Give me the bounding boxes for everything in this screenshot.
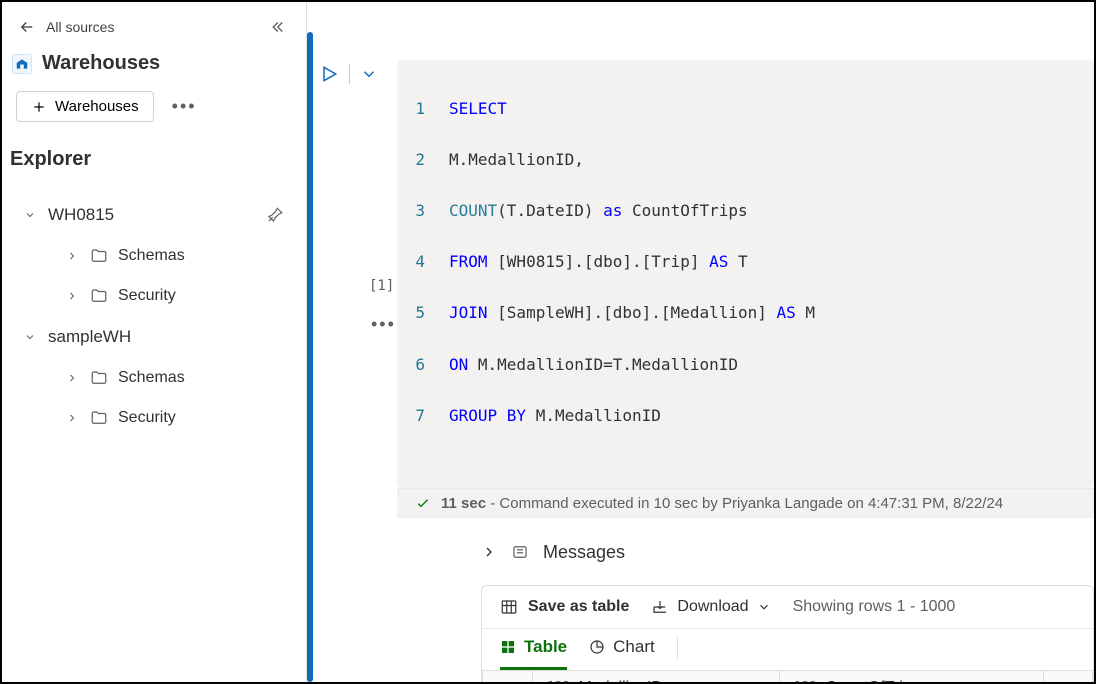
check-icon [415, 495, 431, 511]
column-filler [1043, 670, 1092, 682]
folder-icon [90, 247, 108, 265]
run-dropdown-icon[interactable] [360, 65, 378, 83]
folder-icon [90, 369, 108, 387]
tab-chart[interactable]: Chart [589, 637, 655, 670]
tree-db-label: WH0815 [48, 205, 114, 225]
messages-icon [511, 543, 529, 561]
tree-item-label: Security [118, 409, 176, 427]
back-label: All sources [46, 19, 114, 35]
tab-separator [677, 637, 678, 659]
section-header: Warehouses [10, 48, 294, 83]
explorer-tree: WH0815 Schemas [10, 189, 294, 437]
results-table: 123 MedallionID 123 CountOfTrips [482, 670, 1093, 683]
col-name: CountOfTrips [825, 679, 920, 683]
chevron-right-icon [66, 372, 80, 384]
col-name: MedallionID [578, 679, 662, 683]
column-header[interactable]: 123 MedallionID [533, 670, 780, 682]
tree-db-samplewh[interactable]: sampleWH [10, 317, 294, 357]
table-header-row: 123 MedallionID 123 CountOfTrips [483, 670, 1093, 682]
save-as-table-button[interactable]: Save as table [500, 598, 629, 616]
download-label: Download [677, 598, 748, 616]
col-type-prefix: 123 [794, 680, 817, 682]
tree-db-label: sampleWH [48, 327, 131, 347]
warehouse-icon [12, 54, 32, 74]
add-warehouse-button[interactable]: Warehouses [16, 91, 154, 122]
sidebar: All sources Warehouses Warehouses ••• Ex… [2, 2, 307, 682]
sql-editor[interactable]: 1SELECT 2M.MedallionID, 3COUNT(T.DateID)… [397, 60, 1094, 488]
tree-item-label: Schemas [118, 369, 185, 387]
grid-icon [500, 639, 516, 655]
table-icon [500, 598, 518, 616]
sidebar-more-icon[interactable]: ••• [166, 96, 203, 117]
cell-index: [1] [369, 278, 394, 294]
tree-item-label: Schemas [118, 247, 185, 265]
back-all-sources[interactable]: All sources [18, 18, 114, 36]
tree-db-wh0815[interactable]: WH0815 [10, 195, 294, 235]
chevron-down-icon [24, 331, 38, 343]
download-button[interactable]: Download [651, 598, 770, 616]
rownum-header-icon[interactable] [483, 670, 533, 682]
folder-icon [90, 409, 108, 427]
chevron-right-icon [66, 290, 80, 302]
cell-more-icon[interactable]: ••• [371, 314, 396, 335]
chevron-right-icon [66, 250, 80, 262]
chevron-down-icon [24, 209, 38, 221]
tree-item-label: Security [118, 287, 176, 305]
pin-icon[interactable] [266, 206, 284, 224]
pie-chart-icon [589, 639, 605, 655]
tree-item-security[interactable]: Security [10, 277, 294, 315]
tree-item-schemas[interactable]: Schemas [10, 237, 294, 275]
explorer-header: Explorer [10, 130, 294, 181]
execution-status: 11 sec - Command executed in 10 sec by P… [397, 488, 1094, 518]
chevron-down-icon [757, 600, 771, 614]
rowcount-label: Showing rows 1 - 1000 [793, 598, 956, 616]
tab-chart-label: Chart [613, 637, 655, 657]
messages-toggle[interactable]: Messages [481, 542, 1094, 563]
status-text: - Command executed in 10 sec by Priyanka… [490, 495, 1003, 512]
tree-item-security[interactable]: Security [10, 399, 294, 437]
tab-table[interactable]: Table [500, 637, 567, 670]
collapse-sidebar-icon[interactable] [268, 18, 286, 36]
save-as-table-label: Save as table [528, 598, 629, 616]
plus-icon [31, 99, 47, 115]
chevron-right-icon [481, 544, 497, 560]
chevron-right-icon [66, 412, 80, 424]
tree-item-schemas[interactable]: Schemas [10, 359, 294, 397]
results-panel: Save as table Download Showing rows 1 - … [481, 585, 1094, 683]
main-editor-area: [1] ••• 1SELECT 2M.MedallionID, 3COUNT(T… [313, 2, 1094, 682]
download-icon [651, 598, 669, 616]
status-duration: 11 sec [441, 495, 486, 512]
folder-icon [90, 287, 108, 305]
col-type-prefix: 123 [547, 680, 570, 682]
column-header[interactable]: 123 CountOfTrips [779, 670, 1043, 682]
run-button[interactable] [319, 64, 339, 84]
messages-label: Messages [543, 542, 625, 563]
add-warehouse-label: Warehouses [55, 98, 139, 115]
tab-table-label: Table [524, 637, 567, 657]
toolbar-separator [349, 64, 350, 84]
arrow-left-icon [18, 18, 36, 36]
section-title: Warehouses [42, 52, 160, 75]
